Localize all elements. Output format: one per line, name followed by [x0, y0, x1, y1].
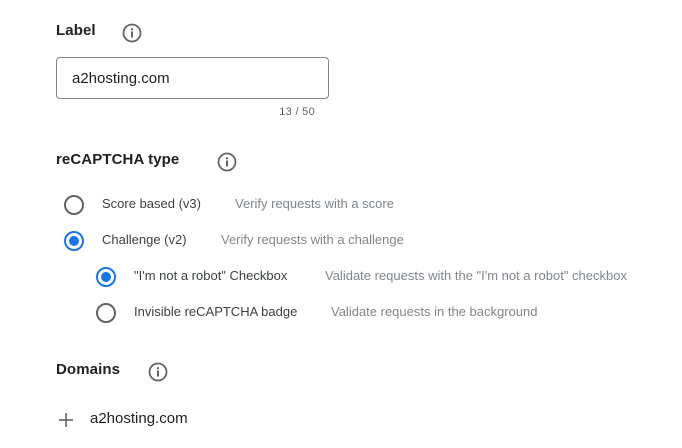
radio-desc-invisible-badge: Validate requests in the background: [331, 304, 538, 319]
recaptcha-type-title: reCAPTCHA type: [56, 151, 180, 168]
radio-desc-challenge: Verify requests with a challenge: [221, 232, 404, 247]
radio-challenge[interactable]: [64, 231, 84, 251]
radio-label-score-based[interactable]: Score based (v3): [102, 196, 201, 211]
radio-label-not-a-robot[interactable]: "I'm not a robot" Checkbox: [134, 268, 287, 283]
radio-label-challenge[interactable]: Challenge (v2): [102, 232, 187, 247]
info-icon[interactable]: [148, 362, 168, 382]
radio-desc-not-a-robot: Validate requests with the "I'm not a ro…: [325, 268, 627, 283]
radio-desc-score-based: Verify requests with a score: [235, 196, 394, 211]
radio-invisible-badge[interactable]: [96, 303, 116, 323]
character-counter: 13 / 50: [279, 106, 315, 118]
domains-section-title: Domains: [56, 361, 121, 378]
info-icon[interactable]: [217, 152, 237, 172]
info-icon[interactable]: [122, 23, 142, 43]
radio-score-based[interactable]: [64, 195, 84, 215]
radio-label-invisible-badge[interactable]: Invisible reCAPTCHA badge: [134, 304, 297, 319]
label-input-field[interactable]: [56, 57, 329, 99]
label-input[interactable]: [72, 58, 322, 98]
radio-not-a-robot[interactable]: [96, 267, 116, 287]
domain-text: a2hosting.com: [90, 410, 188, 427]
plus-icon[interactable]: [56, 410, 76, 430]
label-section-title: Label: [56, 22, 96, 39]
